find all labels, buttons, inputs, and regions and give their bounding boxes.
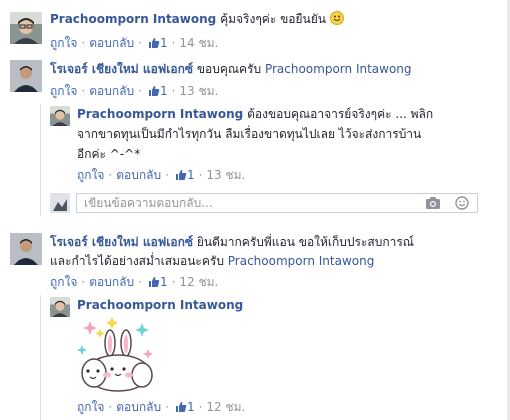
mention-link[interactable]: Prachoomporn Intawong	[228, 254, 375, 268]
reply-link[interactable]: ตอบกลับ	[89, 36, 134, 50]
author-name[interactable]: โรเจอร์ เชียงใหม่ แอฟเอกซ์	[50, 62, 193, 76]
reply-text-line-3: อีกค่ะ ^-^*	[77, 147, 141, 161]
reply-text-line-2: จากขาดทุนเป็นมีกำไรทุกวัน ลืมเรื่องขาดทุ…	[77, 127, 422, 141]
like-count[interactable]: 1	[187, 400, 195, 414]
like-count[interactable]: 1	[187, 168, 195, 182]
timestamp[interactable]: 13 ชม.	[206, 168, 245, 182]
reply-link[interactable]: ตอบกลับ	[89, 84, 134, 98]
avatar[interactable]	[10, 12, 42, 44]
emoji-icon[interactable]	[455, 196, 469, 213]
thumbs-up-icon[interactable]	[148, 276, 160, 292]
reply-link[interactable]: ตอบกลับ	[89, 275, 134, 289]
smile-emoji	[329, 11, 344, 30]
thumbs-up-icon[interactable]	[175, 401, 187, 417]
like-link[interactable]: ถูกใจ	[50, 84, 77, 98]
timestamp[interactable]: 12 ชม.	[179, 275, 218, 289]
timestamp[interactable]: 12 ชม.	[206, 400, 245, 414]
camera-icon[interactable]	[425, 196, 441, 213]
timestamp[interactable]: 14 ชม.	[179, 36, 218, 50]
reply-thread-line	[40, 104, 41, 216]
like-link[interactable]: ถูกใจ	[77, 168, 104, 182]
like-link[interactable]: ถูกใจ	[50, 275, 77, 289]
reply-link[interactable]: ตอบกลับ	[116, 168, 161, 182]
comment-text-line-2: และกำไรได้อย่างสม่ำเสมอนะครับ	[50, 254, 224, 268]
mention-link[interactable]: Prachoomporn Intawong	[265, 62, 412, 76]
like-count[interactable]: 1	[160, 84, 168, 98]
thumbs-up-icon[interactable]	[175, 169, 187, 185]
reply-text: ต้องขอบคุณอาจารย์จริงๆค่ะ ... พลิก	[247, 107, 434, 121]
like-count[interactable]: 1	[160, 275, 168, 289]
author-name[interactable]: Prachoomporn Intawong	[77, 298, 243, 312]
comment-text: ยินดีมากครับพี่แอน ขอให้เก็บประสบการณ์	[196, 235, 414, 249]
avatar[interactable]	[50, 297, 70, 317]
reply-link[interactable]: ตอบกลับ	[116, 400, 161, 414]
author-name[interactable]: Prachoomporn Intawong	[50, 12, 216, 26]
reply-thread-line	[40, 295, 41, 420]
like-count[interactable]: 1	[160, 36, 168, 50]
avatar[interactable]	[10, 233, 42, 265]
avatar[interactable]	[10, 60, 42, 92]
reply-input[interactable]	[82, 194, 416, 212]
comment-text: คุ้มจริงๆค่ะ ขอยืนยัน	[220, 12, 326, 26]
author-name[interactable]: โรเจอร์ เชียงใหม่ แอฟเอกซ์	[50, 235, 193, 249]
avatar[interactable]	[50, 106, 70, 126]
thumbs-up-icon[interactable]	[148, 37, 160, 53]
reply-input-box[interactable]	[76, 193, 478, 213]
timestamp[interactable]: 13 ชม.	[179, 84, 218, 98]
like-link[interactable]: ถูกใจ	[77, 400, 104, 414]
current-user-avatar	[50, 193, 70, 213]
bunny-sticker	[76, 315, 156, 396]
thumbs-up-icon[interactable]	[148, 85, 160, 101]
comment-text: ขอบคุณครับ	[196, 62, 262, 76]
author-name[interactable]: Prachoomporn Intawong	[77, 107, 243, 121]
like-link[interactable]: ถูกใจ	[50, 36, 77, 50]
